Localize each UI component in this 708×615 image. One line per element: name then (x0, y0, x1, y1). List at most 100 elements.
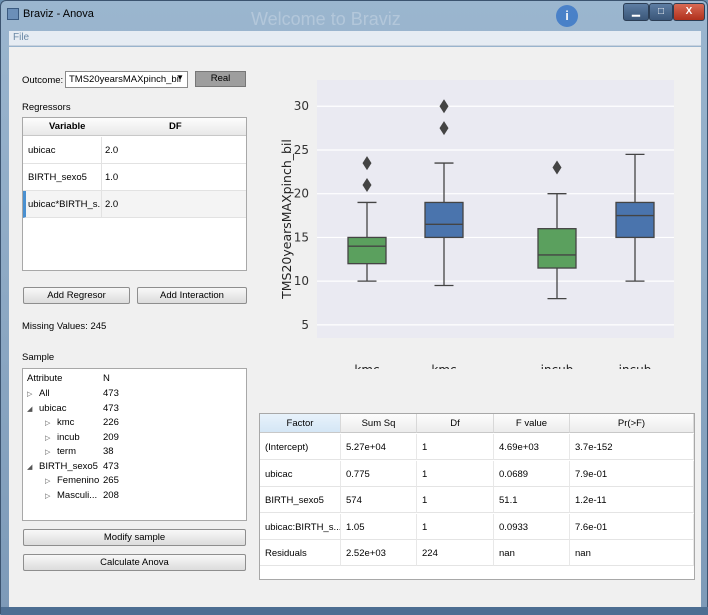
close-button[interactable]: X (673, 3, 705, 21)
header-df[interactable]: DF (169, 121, 182, 132)
outcome-select[interactable]: TMS20yearsMAXpinch_bil ▼ (65, 71, 188, 88)
menu-file[interactable]: File (13, 32, 29, 43)
tree-item-label: All (39, 388, 50, 399)
sample-title: Sample (22, 352, 55, 363)
anova-cell: 7.6e-01 (570, 513, 694, 540)
anova-cell: 1.05 (341, 513, 417, 540)
y-axis-label: TMS20yearsMAXpinch_bil (279, 139, 294, 300)
box-iqr (347, 236, 387, 265)
y-tick-label: 15 (294, 230, 309, 244)
anova-header-cell[interactable]: Factor (260, 414, 341, 433)
collapsed-arrow-icon[interactable]: ▷ (45, 492, 50, 500)
x-tick-label-top: incub (619, 363, 652, 369)
menu-bar: File (9, 31, 701, 46)
header-variable[interactable]: Variable (49, 121, 85, 132)
anova-cell: ubicac (260, 460, 341, 487)
expanded-arrow-icon[interactable]: ◢ (27, 405, 32, 413)
anova-cell: 1.2e-11 (570, 487, 694, 513)
maximize-button[interactable]: □ (649, 3, 673, 21)
y-tick-label: 10 (294, 274, 309, 288)
anova-cell: 5.27e+04 (341, 434, 417, 460)
x-tick-label-top: kmc (354, 363, 379, 369)
x-tick-label-top: kmc (431, 363, 456, 369)
anova-cell: 4.69e+03 (494, 434, 570, 460)
collapsed-arrow-icon[interactable]: ▷ (45, 448, 50, 456)
box-iqr (424, 201, 464, 239)
y-tick-label: 20 (294, 187, 309, 201)
add-regressor-button[interactable]: Add Regresor (23, 287, 130, 304)
regressor-variable: ubicac*BIRTH_s... (28, 199, 100, 210)
tree-item-count: 473 (103, 402, 119, 414)
collapsed-arrow-icon[interactable]: ▷ (27, 390, 32, 398)
add-interaction-button[interactable]: Add Interaction (137, 287, 247, 304)
app-window: Braviz - Anova Welcome to Braviz i ▁ □ X… (0, 0, 708, 615)
anova-header-cell[interactable]: Sum Sq (341, 414, 417, 433)
regressor-variable: BIRTH_sexo5 (28, 172, 87, 183)
minimize-button[interactable]: ▁ (623, 3, 649, 21)
y-tick-label: 5 (301, 318, 309, 332)
table-row[interactable]: BIRTH_sexo5 1.0 (23, 164, 246, 191)
anova-cell: ubicac:BIRTH_s... (260, 513, 341, 540)
outcome-select-value: TMS20yearsMAXpinch_bil (69, 74, 181, 85)
modify-sample-button[interactable]: Modify sample (23, 529, 246, 546)
anova-cell: 1 (417, 487, 494, 513)
tree-item-label: BIRTH_sexo5 (39, 460, 98, 472)
tree-item-label: Masculi... (57, 489, 98, 501)
anova-cell: nan (570, 540, 694, 566)
tree-item-count: 473 (103, 388, 119, 399)
tree-item-count: 226 (103, 417, 119, 428)
info-icon[interactable]: i (556, 5, 578, 27)
tree-header-n: N (103, 373, 110, 384)
background-window-title: Welcome to Braviz (251, 9, 401, 29)
anova-cell: 1 (417, 513, 494, 540)
tree-item-label: Femenino (57, 475, 100, 486)
tree-item-count: 38 (103, 446, 114, 457)
sample-tree[interactable]: Attribute N ▷ All 473 ◢ ubicac 473 ▷ kmc 226 ▷ inc… (22, 368, 247, 521)
y-tick-label: 30 (294, 99, 309, 113)
table-row-selected[interactable]: ubicac*BIRTH_s... 2.0 (23, 191, 246, 218)
missing-values-label: Missing Values: 245 (22, 321, 107, 332)
tree-header-attribute: Attribute (27, 373, 63, 384)
anova-cell: 3.7e-152 (570, 434, 694, 460)
anova-header-cell[interactable]: Pr(>F) (570, 414, 694, 433)
outcome-label: Outcome: (22, 75, 64, 86)
tree-item-count: 473 (103, 460, 119, 472)
anova-header-cell[interactable]: Df (417, 414, 494, 433)
collapsed-arrow-icon[interactable]: ▷ (45, 419, 50, 427)
box-iqr (537, 228, 577, 269)
regressors-header: Variable DF (23, 118, 246, 136)
anova-cell: BIRTH_sexo5 (260, 487, 341, 513)
anova-cell: 0.0689 (494, 460, 570, 487)
calculate-anova-button[interactable]: Calculate Anova (23, 554, 246, 571)
anova-cell: 7.9e-01 (570, 460, 694, 487)
regressor-df: 2.0 (105, 145, 119, 156)
tree-item-label: term (57, 446, 76, 457)
tree-item-label: incub (57, 431, 80, 443)
tree-item-count: 208 (103, 489, 119, 501)
anova-cell: 0.0933 (494, 513, 570, 540)
collapsed-arrow-icon[interactable]: ▷ (45, 434, 50, 442)
main-panel: Outcome: TMS20yearsMAXpinch_bil ▼ Real R… (9, 47, 701, 607)
tree-item-label: ubicac (39, 402, 67, 414)
expanded-arrow-icon[interactable]: ◢ (27, 463, 32, 471)
anova-cell: 51.1 (494, 487, 570, 513)
app-icon (7, 8, 19, 20)
anova-cell: 1 (417, 460, 494, 487)
window-title: Braviz - Anova (23, 8, 94, 20)
anova-table[interactable]: Factor Sum Sq Df F value Pr(>F) (Intercept) 5.… (259, 413, 695, 580)
collapsed-arrow-icon[interactable]: ▷ (45, 477, 50, 485)
x-tick-label-top: incub (541, 363, 574, 369)
table-row[interactable]: ubicac 2.0 (23, 137, 246, 164)
real-button[interactable]: Real (195, 71, 246, 87)
regressor-variable: ubicac (28, 145, 56, 156)
anova-cell: (Intercept) (260, 434, 341, 460)
anova-cell: 0.775 (341, 460, 417, 487)
title-bar[interactable]: Braviz - Anova Welcome to Braviz i ▁ □ X (1, 1, 707, 29)
anova-cell: Residuals (260, 540, 341, 566)
regressors-table[interactable]: Variable DF ubicac 2.0 BIRTH_sexo5 1.0 u… (22, 117, 247, 271)
chevron-down-icon: ▼ (176, 73, 184, 82)
anova-header-cell[interactable]: F value (494, 414, 570, 433)
regressor-df: 2.0 (105, 199, 119, 210)
anova-cell: 224 (417, 540, 494, 566)
regressor-df: 1.0 (105, 172, 119, 183)
